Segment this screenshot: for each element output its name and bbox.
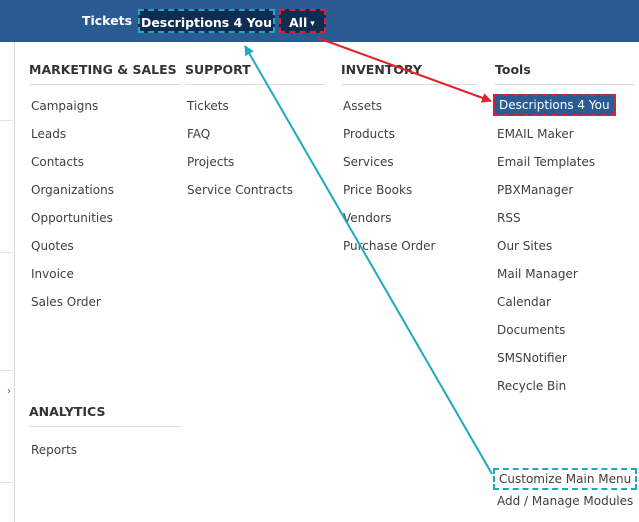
menu-item-service-contracts[interactable]: Service Contracts	[187, 181, 293, 199]
all-modules-dropdown: MARKETING & SALES Campaigns Leads Contac…	[14, 42, 639, 522]
menu-item-recycle-bin[interactable]: Recycle Bin	[497, 377, 566, 395]
tab-all-label: All	[289, 15, 308, 30]
gutter-divider	[0, 370, 13, 371]
gutter-divider	[0, 120, 13, 121]
menu-item-sales-order[interactable]: Sales Order	[31, 293, 101, 311]
collapse-arrow-icon[interactable]: ›	[7, 386, 11, 397]
menu-item-campaigns[interactable]: Campaigns	[31, 97, 98, 115]
column-header-support: SUPPORT	[185, 62, 325, 85]
menu-item-services[interactable]: Services	[343, 153, 394, 171]
customize-main-menu-link[interactable]: Customize Main Menu	[493, 468, 638, 490]
menu-item-price-books[interactable]: Price Books	[343, 181, 412, 199]
menu-item-faq[interactable]: FAQ	[187, 125, 210, 143]
menu-item-tickets[interactable]: Tickets	[187, 97, 229, 115]
tab-all-menu[interactable]: All ▾	[279, 9, 326, 33]
menu-item-our-sites[interactable]: Our Sites	[497, 237, 552, 255]
menu-item-projects[interactable]: Projects	[187, 153, 234, 171]
menu-item-smsnotifier[interactable]: SMSNotifier	[497, 349, 567, 367]
page-background-gutter: ›	[0, 42, 13, 522]
menu-item-descriptions-4-you[interactable]: Descriptions 4 You	[493, 94, 616, 116]
column-header-inventory: INVENTORY	[341, 62, 477, 85]
column-header-marketing: MARKETING & SALES	[29, 62, 181, 85]
menu-item-opportunities[interactable]: Opportunities	[31, 209, 113, 227]
menu-item-mail-manager[interactable]: Mail Manager	[497, 265, 578, 283]
menu-item-assets[interactable]: Assets	[343, 97, 382, 115]
menu-item-documents[interactable]: Documents	[497, 321, 565, 339]
menu-item-organizations[interactable]: Organizations	[31, 181, 114, 199]
menu-item-rss[interactable]: RSS	[497, 209, 521, 227]
menu-item-products[interactable]: Products	[343, 125, 395, 143]
menu-item-quotes[interactable]: Quotes	[31, 237, 74, 255]
column-header-analytics: ANALYTICS	[29, 404, 181, 427]
add-manage-modules-link[interactable]: Add / Manage Modules	[497, 492, 633, 510]
tab-descriptions-4-you[interactable]: Descriptions 4 You	[138, 9, 275, 33]
tab-tickets[interactable]: Tickets	[78, 9, 136, 33]
gutter-divider	[0, 252, 13, 253]
menu-item-leads[interactable]: Leads	[31, 125, 66, 143]
menu-item-email-templates[interactable]: Email Templates	[497, 153, 595, 171]
menu-item-invoice[interactable]: Invoice	[31, 265, 74, 283]
top-navigation-bar: Tickets Descriptions 4 You All ▾	[0, 0, 639, 42]
menu-item-contacts[interactable]: Contacts	[31, 153, 84, 171]
gutter-divider	[0, 482, 13, 483]
menu-item-email-maker[interactable]: EMAIL Maker	[497, 125, 574, 143]
menu-item-calendar[interactable]: Calendar	[497, 293, 551, 311]
caret-down-icon: ▾	[310, 19, 315, 29]
menu-item-purchase-order[interactable]: Purchase Order	[343, 237, 435, 255]
menu-item-vendors[interactable]: Vendors	[343, 209, 391, 227]
column-header-tools: Tools	[495, 62, 635, 85]
menu-item-reports[interactable]: Reports	[31, 441, 77, 459]
menu-item-pbxmanager[interactable]: PBXManager	[497, 181, 573, 199]
